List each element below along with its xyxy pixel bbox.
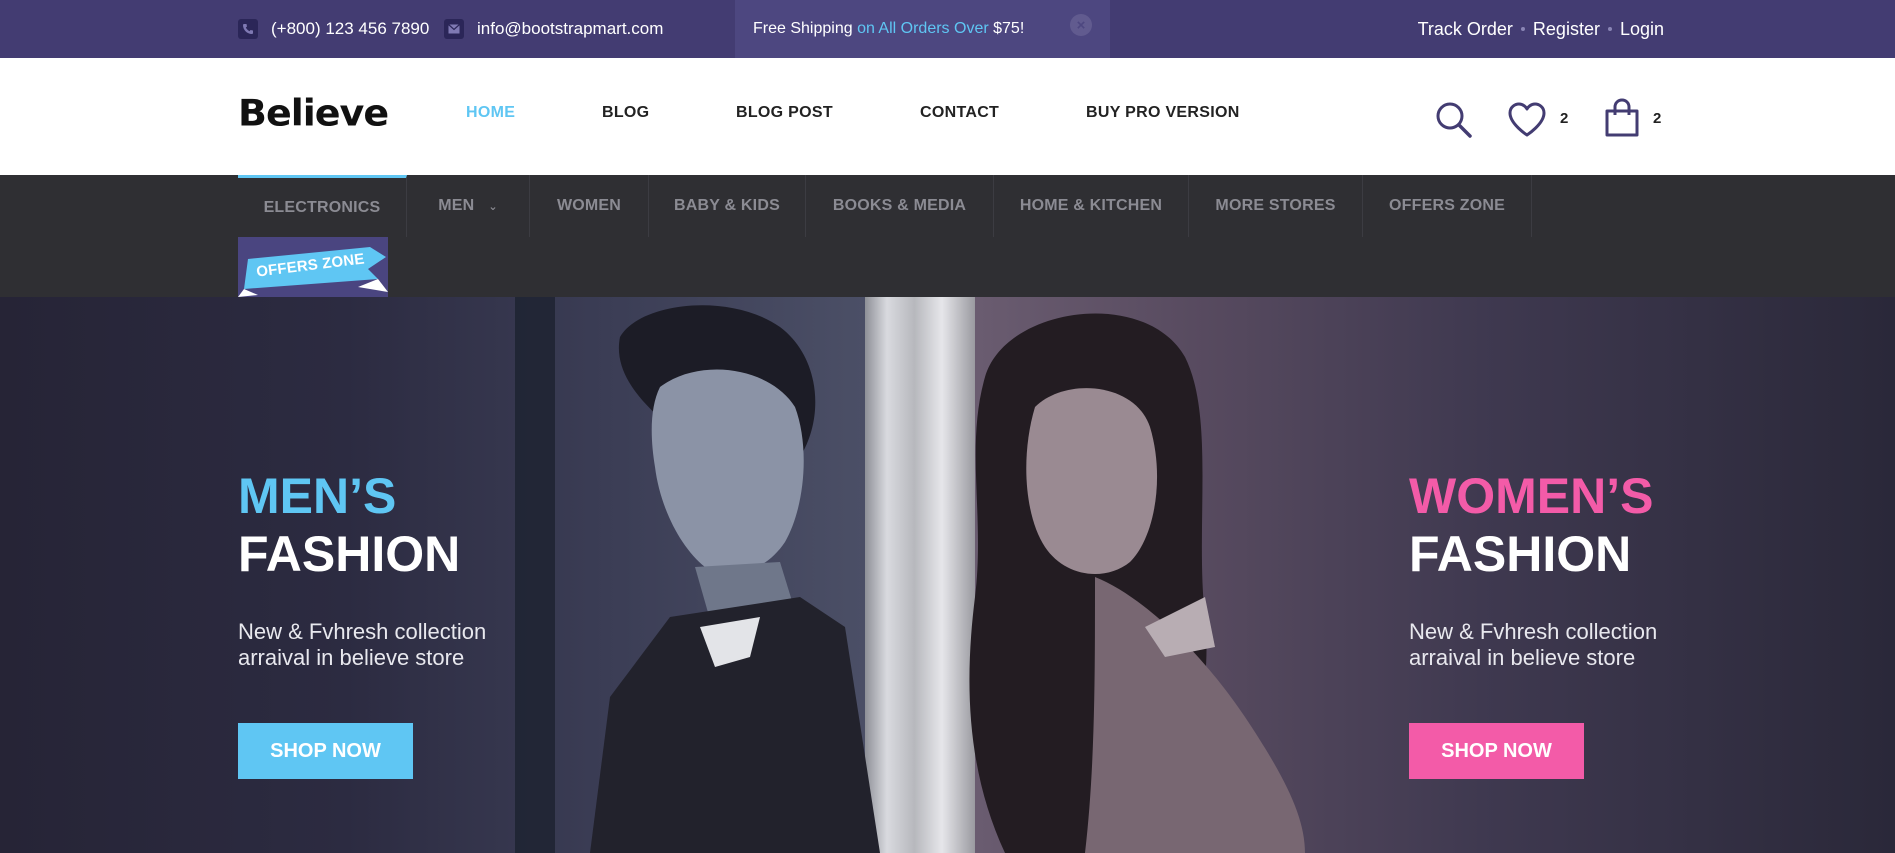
men-shop-now-button[interactable]: SHOP NOW (238, 723, 413, 779)
category-label: MORE STORES (1215, 197, 1336, 214)
email-address: info@bootstrapmart.com (477, 19, 664, 38)
top-bar: (+800) 123 456 7890 info@bootstrapmart.c… (0, 0, 1895, 58)
category-label: BABY & KIDS (674, 197, 780, 214)
site-header: Believe HOME BLOG BLOG POST CONTACT BUY … (0, 58, 1895, 175)
separator-dot (1520, 27, 1525, 31)
category-women[interactable]: WOMEN (530, 175, 649, 237)
shipping-prefix: Free Shipping (753, 20, 858, 37)
shipping-text: Free Shipping on All Orders Over $75! (753, 20, 1024, 38)
category-label: BOOKS & MEDIA (832, 197, 967, 214)
category-baby-kids[interactable]: BABY & KIDS (649, 175, 806, 237)
offers-zone-badge[interactable]: OFFERS ZONE (238, 237, 388, 297)
nav-blog-post[interactable]: BLOG POST (736, 104, 833, 122)
hero-banner: MEN’S FASHION New & Fvhresh collection a… (0, 297, 1895, 853)
women-subtitle-line2: arraival in believe store (1409, 645, 1636, 670)
man-figure (590, 305, 880, 853)
men-title-line2: FASHION (238, 526, 461, 582)
category-home-kitchen[interactable]: HOME & KITCHEN (994, 175, 1189, 237)
women-subtitle-line1: New & Fvhresh collection (1409, 619, 1658, 644)
woman-figure (969, 313, 1305, 853)
shipping-amount: $75! (988, 20, 1025, 37)
nav-home[interactable]: HOME (466, 104, 515, 122)
nav-blog[interactable]: BLOG (602, 104, 649, 122)
track-order-link[interactable]: Track Order (1418, 19, 1513, 40)
women-title-line2: FASHION (1409, 526, 1632, 582)
category-bar: ELECTRONICS MEN ⌄ WOMEN BABY & KIDS BOOKS… (0, 175, 1895, 297)
category-more-stores[interactable]: MORE STORES (1189, 175, 1363, 237)
women-title-line1: WOMEN’S (1409, 468, 1654, 524)
women-shop-now-button[interactable]: SHOP NOW (1409, 723, 1584, 779)
email-contact[interactable]: info@bootstrapmart.com (444, 0, 663, 58)
account-links: Track Order Register Login (1418, 0, 1664, 58)
wishlist-count: 2 (1560, 110, 1569, 127)
shipping-highlight: on All Orders Over (857, 20, 989, 37)
search-icon[interactable] (1434, 100, 1474, 145)
mail-icon (444, 19, 464, 39)
men-title-line1: MEN’S (238, 468, 397, 524)
category-label: OFFERS ZONE (1389, 197, 1505, 214)
men-subtitle-line2: arraival in believe store (238, 645, 465, 670)
shopping-bag-icon[interactable] (1603, 98, 1641, 143)
category-label: ELECTRONICS (263, 198, 381, 216)
cart-count: 2 (1653, 110, 1662, 127)
category-offers-zone[interactable]: OFFERS ZONE (1363, 175, 1532, 237)
nav-contact[interactable]: CONTACT (920, 104, 999, 122)
phone-number: (+800) 123 456 7890 (271, 19, 430, 38)
chevron-down-icon: ⌄ (488, 200, 498, 213)
men-subtitle-line1: New & Fvhresh collection (238, 619, 487, 644)
register-link[interactable]: Register (1533, 19, 1600, 40)
login-link[interactable]: Login (1620, 19, 1664, 40)
category-label: WOMEN (556, 197, 622, 214)
free-shipping-notice: Free Shipping on All Orders Over $75! × (735, 0, 1110, 58)
nav-buy-pro[interactable]: BUY PRO VERSION (1086, 104, 1240, 122)
phone-contact[interactable]: (+800) 123 456 7890 (238, 0, 429, 58)
category-men[interactable]: MEN ⌄ (407, 175, 530, 237)
category-books-media[interactable]: BOOKS & MEDIA (806, 175, 994, 237)
heart-icon[interactable] (1507, 102, 1547, 143)
category-label: MEN (438, 197, 475, 214)
phone-icon (238, 19, 258, 39)
category-electronics[interactable]: ELECTRONICS (238, 175, 407, 237)
close-icon[interactable]: × (1070, 14, 1092, 36)
category-label: HOME & KITCHEN (1019, 197, 1163, 214)
separator-dot (1607, 27, 1612, 31)
